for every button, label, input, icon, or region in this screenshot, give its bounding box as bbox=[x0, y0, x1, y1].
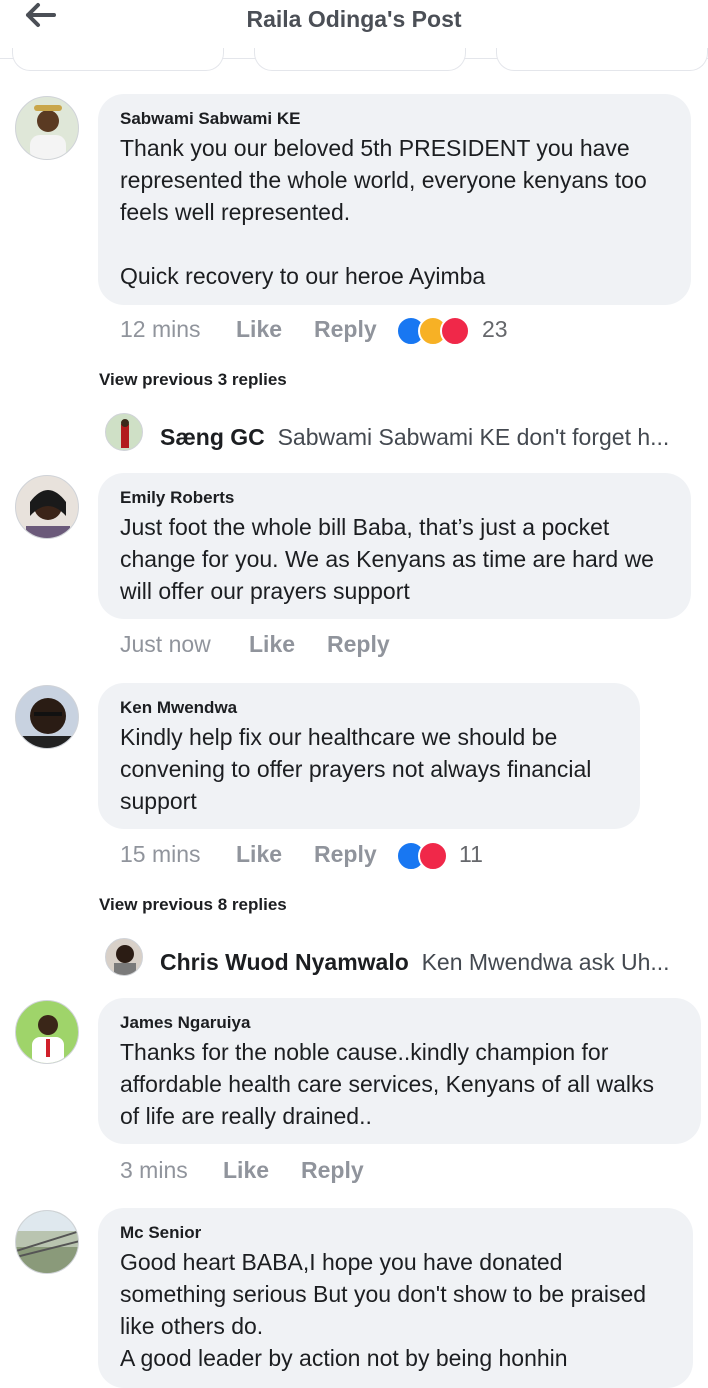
comment-author[interactable]: Ken Mwendwa bbox=[120, 697, 618, 719]
comment-bubble[interactable]: Ken Mwendwa Kindly help fix our healthca… bbox=[98, 683, 640, 829]
comment-text: Just foot the whole bill Baba, that’s ju… bbox=[120, 514, 654, 604]
comment-author[interactable]: Mc Senior bbox=[120, 1222, 671, 1244]
avatar[interactable] bbox=[15, 1000, 79, 1064]
avatar[interactable] bbox=[15, 685, 79, 749]
comment-time: 3 mins bbox=[120, 1157, 188, 1183]
reply-preview[interactable]: Sæng GC Sabwami Sabwami KE don't forget … bbox=[160, 424, 680, 451]
avatar[interactable] bbox=[105, 938, 143, 976]
avatar[interactable] bbox=[15, 1210, 79, 1274]
like-button[interactable]: Like bbox=[236, 841, 282, 868]
reply-text: Sabwami Sabwami KE don't forget h... bbox=[277, 424, 670, 450]
avatar[interactable] bbox=[15, 96, 79, 160]
avatar[interactable] bbox=[105, 413, 143, 451]
page-title: Raila Odinga's Post bbox=[246, 6, 462, 32]
love-reaction-icon[interactable] bbox=[440, 316, 470, 346]
reaction-filter-tab[interactable] bbox=[12, 48, 224, 71]
reply-preview[interactable]: Chris Wuod Nyamwalo Ken Mwendwa ask Uh..… bbox=[160, 949, 680, 976]
comment-actions: 3 mins Like Reply bbox=[120, 1157, 520, 1187]
comment-text: Good heart BABA,I hope you have donated … bbox=[120, 1249, 647, 1371]
view-previous-replies[interactable]: View previous 8 replies bbox=[99, 895, 287, 915]
reply-button[interactable]: Reply bbox=[327, 631, 390, 658]
comment-bubble[interactable]: James Ngaruiya Thanks for the noble caus… bbox=[98, 998, 701, 1144]
comment-bubble[interactable]: Mc Senior Good heart BABA,I hope you hav… bbox=[98, 1208, 693, 1388]
comment-actions: 12 mins Like Reply 23 bbox=[120, 316, 600, 346]
love-reaction-icon[interactable] bbox=[418, 841, 448, 871]
reply-button[interactable]: Reply bbox=[314, 841, 377, 868]
comment-actions: Just now Like Reply bbox=[120, 631, 520, 661]
reply-button[interactable]: Reply bbox=[301, 1157, 364, 1184]
reaction-filter-tab[interactable] bbox=[254, 48, 466, 71]
comment-bubble[interactable]: Sabwami Sabwami KE Thank you our beloved… bbox=[98, 94, 691, 305]
reaction-count[interactable]: 11 bbox=[459, 841, 483, 868]
comment-author[interactable]: Emily Roberts bbox=[120, 487, 669, 509]
like-button[interactable]: Like bbox=[223, 1157, 269, 1184]
comment-actions: 15 mins Like Reply 11 bbox=[120, 841, 540, 871]
comment-bubble[interactable]: Emily Roberts Just foot the whole bill B… bbox=[98, 473, 691, 619]
reply-text: Ken Mwendwa ask Uh... bbox=[421, 949, 670, 975]
comment-text: Thanks for the noble cause..kindly champ… bbox=[120, 1039, 654, 1129]
reaction-count[interactable]: 23 bbox=[482, 316, 508, 343]
like-button[interactable]: Like bbox=[236, 316, 282, 343]
comment-author[interactable]: Sabwami Sabwami KE bbox=[120, 108, 669, 130]
reply-button[interactable]: Reply bbox=[314, 316, 377, 343]
view-previous-replies[interactable]: View previous 3 replies bbox=[99, 370, 287, 390]
reply-author[interactable]: Chris Wuod Nyamwalo bbox=[160, 949, 409, 975]
like-button[interactable]: Like bbox=[249, 631, 295, 658]
avatar[interactable] bbox=[15, 475, 79, 539]
comment-author[interactable]: James Ngaruiya bbox=[120, 1012, 679, 1034]
reaction-filter-tab[interactable] bbox=[496, 48, 708, 71]
comment-text: Kindly help fix our healthcare we should… bbox=[120, 724, 592, 814]
comment-text: Thank you our beloved 5th PRESIDENT you … bbox=[120, 135, 647, 289]
comment-time: 12 mins bbox=[120, 316, 201, 342]
comment-time: Just now bbox=[120, 631, 211, 657]
comment-time: 15 mins bbox=[120, 841, 201, 867]
reply-author[interactable]: Sæng GC bbox=[160, 424, 265, 450]
